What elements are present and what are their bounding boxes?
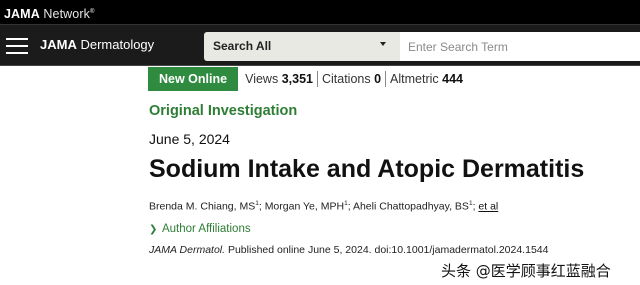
citation-details: Published online June 5, 2024. doi:10.10… bbox=[227, 244, 549, 256]
network-logo-trademark: ® bbox=[89, 9, 95, 15]
citation-journal: JAMA Dermatol. bbox=[149, 244, 226, 256]
citations-label: Citations bbox=[321, 72, 371, 86]
search-scope-select[interactable]: Search All bbox=[204, 32, 400, 61]
jama-network-logo[interactable]: JAMA Network® bbox=[4, 4, 94, 22]
article-title: Sodium Intake and Atopic Dermatitis bbox=[149, 155, 585, 183]
author-name[interactable]: Brenda M. Chiang, MS bbox=[149, 201, 255, 213]
chevron-down-icon bbox=[380, 42, 386, 46]
author-name[interactable]: Aheli Chattopadhyay, BS bbox=[353, 201, 469, 213]
journal-logo-prefix: JAMA bbox=[40, 37, 77, 52]
menu-icon[interactable] bbox=[6, 37, 28, 55]
citation-line: JAMA Dermatol. Published online June 5, … bbox=[149, 244, 548, 256]
et-al-link[interactable]: et al bbox=[478, 201, 498, 213]
author-affiliation-marker: 1 bbox=[255, 200, 259, 207]
altmetric-value: 444 bbox=[442, 72, 464, 86]
author-affiliations-label: Author Affiliations bbox=[161, 223, 251, 235]
author-affiliation-marker: 1 bbox=[344, 200, 348, 207]
altmetric-metric[interactable]: Altmetric 444 bbox=[385, 71, 467, 87]
journal-logo[interactable]: JAMA Dermatology bbox=[40, 37, 154, 53]
network-logo-network: Network bbox=[43, 7, 90, 22]
views-metric[interactable]: Views 3,351 bbox=[241, 71, 317, 87]
search-input[interactable] bbox=[400, 32, 640, 61]
search-scope-label: Search All bbox=[213, 39, 272, 53]
citations-value: 0 bbox=[374, 72, 382, 86]
views-label: Views bbox=[245, 72, 279, 86]
author-affiliations-toggle[interactable]: ❯ Author Affiliations bbox=[149, 223, 251, 235]
author-list: Brenda M. Chiang, MS1; Morgan Ye, MPH1; … bbox=[149, 200, 499, 213]
network-logo-jama: JAMA bbox=[4, 7, 40, 22]
chevron-right-icon: ❯ bbox=[149, 224, 158, 235]
author-name[interactable]: Morgan Ye, MPH bbox=[265, 201, 344, 213]
publication-date: June 5, 2024 bbox=[149, 131, 230, 147]
views-value: 3,351 bbox=[281, 72, 313, 86]
altmetric-label: Altmetric bbox=[390, 72, 439, 86]
article-type[interactable]: Original Investigation bbox=[149, 103, 297, 119]
citations-metric[interactable]: Citations 0 bbox=[316, 71, 385, 87]
journal-navbar: JAMA Dermatology Search All bbox=[0, 24, 640, 66]
new-online-badge[interactable]: New Online bbox=[148, 67, 239, 91]
network-topbar: JAMA Network® bbox=[0, 0, 640, 24]
article-metrics: New Online Views 3,351 Citations 0 Altme… bbox=[148, 67, 467, 91]
journal-logo-suffix: Dermatology bbox=[80, 37, 155, 52]
author-affiliation-marker: 1 bbox=[468, 200, 473, 207]
watermark: 头条 @医学顾事红蓝融合 bbox=[441, 262, 611, 280]
